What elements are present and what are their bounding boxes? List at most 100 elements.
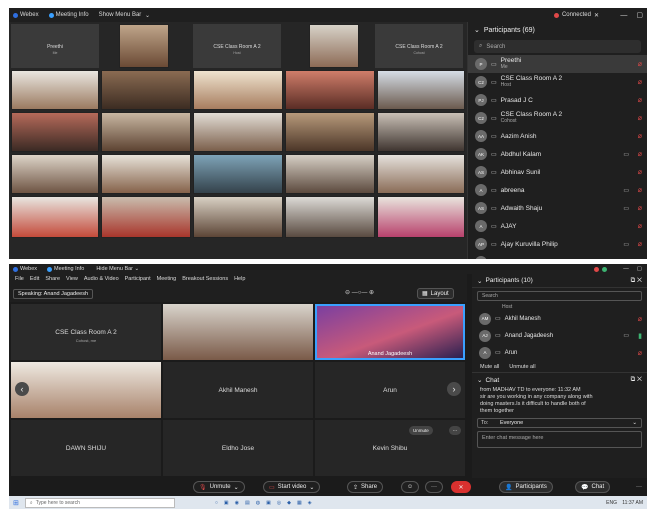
mic-muted-icon[interactable]: ⌀ xyxy=(638,258,642,259)
participant-video[interactable] xyxy=(377,70,465,110)
chat-button[interactable]: 💬 Chat xyxy=(575,481,611,493)
name-tile-cse-host[interactable]: CSE Class Room A 2 Host xyxy=(193,24,281,68)
chat-recipient-select[interactable]: To: Everyone ⌄ xyxy=(477,418,642,428)
participant-video[interactable] xyxy=(101,196,191,238)
hide-menu-bar-button[interactable]: Hide Menu Bar ⌄ xyxy=(96,266,139,272)
name-tile-kevin[interactable]: Kevin Shibu Unmute ··· xyxy=(315,420,465,476)
share-button[interactable]: ⇪ Share xyxy=(347,481,384,493)
windows-start-icon[interactable]: ⊞ xyxy=(13,499,19,507)
mic-muted-icon[interactable]: ⌀ xyxy=(638,222,642,230)
name-tile-akhil[interactable]: Akhil Manesh xyxy=(163,362,313,418)
participant-row[interactable]: AM ▭ Akhil Manesh ⌀ xyxy=(472,310,647,327)
participant-row[interactable]: A ▭ AJAY ⌀ xyxy=(468,217,647,235)
participant-video[interactable] xyxy=(101,70,191,110)
mic-muted-icon[interactable]: ⌀ xyxy=(638,132,642,140)
participant-video[interactable] xyxy=(193,154,283,194)
mic-muted-icon[interactable]: ⌀ xyxy=(638,114,642,122)
participant-row[interactable]: AJ ▭ Anand Jagadeesh ▭ ▮ xyxy=(472,327,647,344)
participant-video[interactable] xyxy=(163,304,313,360)
chat-header[interactable]: ⌄ Chat ⧉ ✕ xyxy=(472,373,647,387)
participants-header[interactable]: ⌄ Participants (10) ⧉ ✕ xyxy=(472,274,647,288)
mic-muted-icon[interactable]: ⌀ xyxy=(638,78,642,86)
participant-video[interactable] xyxy=(285,70,375,110)
mic-muted-icon[interactable]: ⌀ xyxy=(638,150,642,158)
popout-icon[interactable]: ⧉ ✕ xyxy=(631,376,642,384)
reactions-button[interactable]: ☺ xyxy=(401,481,419,493)
participant-row[interactable]: C2 ▭ CSE Class Room A 2 Cohost ⌀ xyxy=(468,109,647,127)
chevron-left-icon[interactable]: ‹ xyxy=(15,382,29,396)
name-tile-cse[interactable]: CSE Class Room A 2 Cohost, me xyxy=(11,304,161,360)
taskbar-app-icons[interactable]: ○▣◉▤◍▣◎◆▦◈ xyxy=(215,500,318,506)
participant-row[interactable]: AS ▭ Abhinav Sunil ⌀ xyxy=(468,163,647,181)
mic-muted-icon[interactable]: ⌀ xyxy=(638,315,642,323)
zoom-slider[interactable]: ⊖ —○— ⊕ xyxy=(345,289,374,296)
chevron-right-icon[interactable]: › xyxy=(447,382,461,396)
participant-row[interactable]: AP ▭ Ajay Kuruvilla Philip ▭ ⌀ xyxy=(468,235,647,253)
mic-muted-icon[interactable]: ⌀ xyxy=(638,204,642,212)
meeting-info-button[interactable]: Meeting Info xyxy=(47,266,84,272)
start-video-button[interactable]: ▭ Start video ⌄ xyxy=(263,481,321,493)
participant-video[interactable] xyxy=(193,112,283,152)
restore-icon[interactable]: ▢ xyxy=(636,11,643,19)
participant-video[interactable] xyxy=(285,196,375,238)
popout-icon[interactable]: ⧉ ✕ xyxy=(631,277,642,285)
participant-row[interactable]: AA ▭ Aazim Anish ⌀ xyxy=(468,127,647,145)
name-tile-eldho[interactable]: Eldho Jose xyxy=(163,420,313,476)
participant-video[interactable] xyxy=(193,196,283,238)
mic-muted-icon[interactable]: ⌀ xyxy=(638,96,642,104)
more-icon[interactable]: ··· xyxy=(631,481,647,493)
menu-item[interactable]: View xyxy=(66,276,78,282)
participants-search-input[interactable]: ⌕ Search xyxy=(474,40,641,53)
chat-input[interactable]: Enter chat message here xyxy=(477,431,642,448)
participant-row[interactable]: P ▭ Preethi Me ⌀ xyxy=(468,55,647,73)
more-options-icon[interactable]: ··· xyxy=(449,426,461,435)
menu-item[interactable]: Participant xyxy=(125,276,151,282)
participant-video[interactable] xyxy=(309,24,359,68)
participant-video[interactable] xyxy=(11,112,99,152)
participant-row[interactable]: A ▭ abreena ▭ ⌀ xyxy=(468,181,647,199)
mic-muted-icon[interactable]: ⌀ xyxy=(638,349,642,357)
mic-on-icon[interactable]: ▮ xyxy=(638,332,642,340)
taskbar-search-input[interactable]: ⌕ Type here to search xyxy=(24,497,175,508)
participant-video[interactable] xyxy=(11,70,99,110)
mic-muted-icon[interactable]: ⌀ xyxy=(638,186,642,194)
participant-video[interactable] xyxy=(285,154,375,194)
participant-video[interactable] xyxy=(11,154,99,194)
unmute-button[interactable]: 🎙 Unmute ⌄ xyxy=(193,481,245,493)
menu-item[interactable]: Breakout Sessions xyxy=(182,276,228,282)
connection-status[interactable]: Connected ✕ xyxy=(553,8,599,22)
participant-video[interactable] xyxy=(11,362,161,418)
menu-item[interactable]: Edit xyxy=(30,276,39,282)
participant-video[interactable] xyxy=(377,196,465,238)
participant-video[interactable] xyxy=(11,196,99,238)
active-speaker-video[interactable]: Anand Jagadeesh xyxy=(315,304,465,360)
participants-search-input[interactable]: Search xyxy=(477,291,642,301)
participant-row[interactable]: AS ▭ Adwaith Shaju ▭ ⌀ xyxy=(468,199,647,217)
participant-video[interactable] xyxy=(377,154,465,194)
participant-video[interactable] xyxy=(285,112,375,152)
participants-button[interactable]: 👤 Participants xyxy=(499,481,553,493)
mic-muted-icon[interactable]: ⌀ xyxy=(638,240,642,248)
participant-video[interactable] xyxy=(101,154,191,194)
unmute-participant-button[interactable]: Unmute xyxy=(409,426,433,435)
menu-item[interactable]: Share xyxy=(45,276,60,282)
menu-item[interactable]: Help xyxy=(234,276,245,282)
mic-muted-icon[interactable]: ⌀ xyxy=(638,168,642,176)
name-tile-dawn[interactable]: DAWN SHIJU xyxy=(11,420,161,476)
restore-icon[interactable]: ▢ xyxy=(637,266,642,272)
mic-muted-icon[interactable]: ⌀ xyxy=(638,60,642,68)
show-menu-bar-button[interactable]: Show Menu Bar ⌄ xyxy=(99,12,150,19)
name-tile-cse-cohost[interactable]: CSE Class Room A 2 Cohost xyxy=(375,24,463,68)
menu-item[interactable]: File xyxy=(15,276,24,282)
participant-row[interactable]: A ▭ Akhil ⌀ xyxy=(468,253,647,259)
participant-row[interactable]: PJ ▭ Prasad J C ⌀ xyxy=(468,91,647,109)
mute-all-button[interactable]: Mute all xyxy=(480,364,499,370)
name-tile-arun[interactable]: Arun xyxy=(315,362,465,418)
name-tile-preethi[interactable]: Preethi Me xyxy=(11,24,99,68)
participants-header[interactable]: ⌄ Participants (69) xyxy=(468,22,647,38)
participant-row[interactable]: AK ▭ Abdhul Kalam ▭ ⌀ xyxy=(468,145,647,163)
end-meeting-button[interactable]: ✕ xyxy=(451,481,471,493)
participant-video[interactable] xyxy=(377,112,465,152)
minimize-icon[interactable]: — xyxy=(623,266,629,272)
minimize-icon[interactable]: — xyxy=(620,12,627,19)
